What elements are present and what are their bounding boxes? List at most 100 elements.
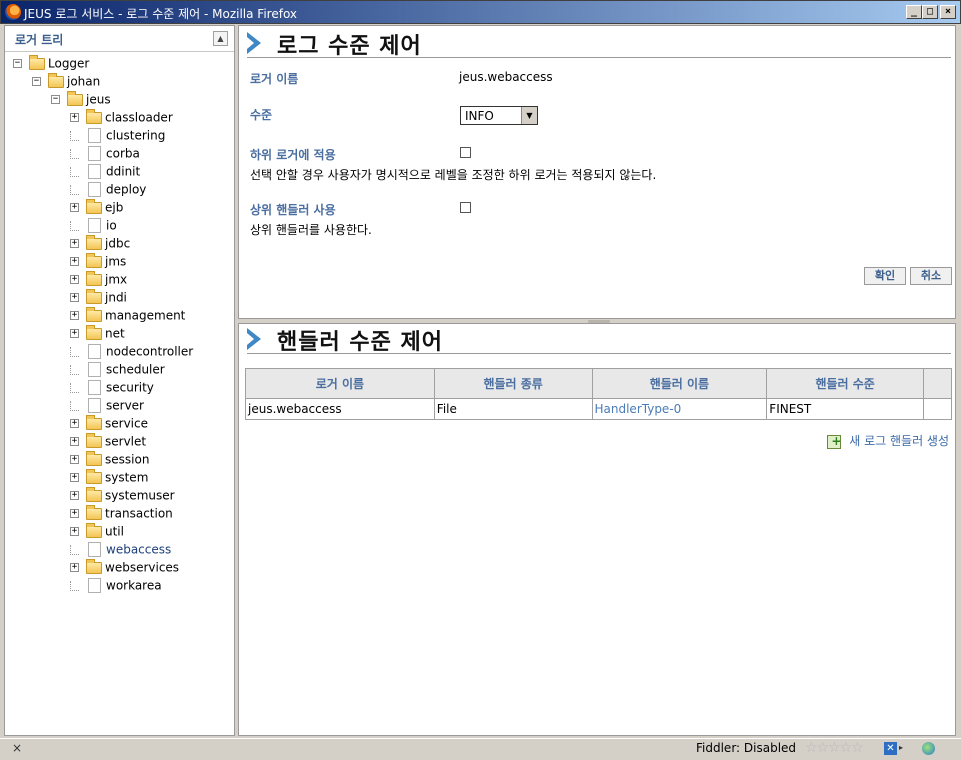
level-select[interactable]: INFO ▼	[460, 106, 538, 125]
table-row: jeus.webaccess File HandlerType-0 FINEST	[245, 398, 952, 420]
collapse-icon[interactable]: −	[51, 95, 60, 104]
folder-open-icon	[29, 54, 45, 70]
handler-name-link[interactable]: HandlerType-0	[591, 398, 768, 420]
folder-icon	[86, 324, 102, 340]
expand-icon[interactable]: +	[70, 113, 79, 122]
tree-item[interactable]: ddinit	[70, 164, 140, 182]
tree-connector	[70, 364, 79, 375]
tree-item[interactable]: io	[70, 218, 117, 236]
tree-item[interactable]: + session	[70, 450, 150, 470]
expand-icon[interactable]: +	[70, 311, 79, 320]
tree-item[interactable]: + system	[70, 468, 148, 488]
close-icon[interactable]: ×	[12, 741, 22, 755]
minimize-button[interactable]: _	[906, 5, 922, 19]
expand-icon[interactable]: +	[70, 293, 79, 302]
folder-icon	[86, 234, 102, 250]
tree-item[interactable]: + net	[70, 324, 125, 344]
tree-item[interactable]: + systemuser	[70, 486, 175, 506]
tree-item[interactable]: − johan	[32, 72, 101, 92]
addon-icon[interactable]: ✕	[884, 742, 897, 755]
folder-icon	[86, 432, 102, 448]
tree-item[interactable]: nodecontroller	[70, 344, 193, 362]
expand-icon[interactable]: +	[70, 239, 79, 248]
tree-item[interactable]: − jeus	[51, 90, 111, 110]
folder-icon	[86, 270, 102, 286]
tree-item[interactable]: + jndi	[70, 288, 127, 308]
expand-icon[interactable]: +	[70, 491, 79, 500]
add-handler-icon	[827, 434, 841, 449]
logger-tree-panel: 로거 트리 ▲ − Logger − johan − jeus + classloader cl…	[4, 25, 235, 736]
use-parent-handler-checkbox[interactable]	[460, 202, 471, 213]
expand-icon[interactable]: +	[70, 419, 79, 428]
tree-item[interactable]: security	[70, 380, 154, 398]
new-log-handler-link[interactable]: 새 로그 핸들러 생성	[827, 432, 949, 449]
maximize-button[interactable]: □	[922, 5, 938, 19]
tree-item[interactable]: corba	[70, 146, 140, 164]
tree-item-label: classloader	[105, 110, 173, 125]
tree-connector	[70, 184, 79, 195]
tree-item[interactable]: server	[70, 398, 144, 416]
expand-icon[interactable]: +	[70, 527, 79, 536]
network-status-icon[interactable]	[922, 742, 935, 755]
expand-icon[interactable]: +	[70, 455, 79, 464]
tree-item[interactable]: + jms	[70, 252, 126, 272]
tree-item[interactable]: clustering	[70, 128, 165, 146]
tree-item[interactable]: + ejb	[70, 198, 123, 218]
handler-table: 로거 이름 핸들러 종류 핸들러 이름 핸들러 수준 jeus.webacces…	[245, 368, 952, 420]
tree-item[interactable]: workarea	[70, 578, 162, 596]
tree-item-label: jdbc	[105, 236, 131, 251]
tree-item[interactable]: + jmx	[70, 270, 127, 290]
column-header: 핸들러 수준	[766, 368, 925, 399]
firefox-icon	[5, 4, 21, 20]
logger-tree-header: 로거 트리 ▲	[5, 26, 234, 52]
tree-item[interactable]: scheduler	[70, 362, 165, 380]
column-header: 로거 이름	[245, 368, 435, 399]
file-icon	[88, 164, 101, 179]
collapse-panel-button[interactable]: ▲	[213, 31, 228, 46]
file-icon	[88, 398, 101, 413]
tree-item[interactable]: + transaction	[70, 504, 173, 524]
chevron-down-icon[interactable]: ▼	[521, 107, 537, 124]
tree-item[interactable]: + util	[70, 522, 124, 542]
addon-menu-arrow-icon[interactable]: ▸	[899, 743, 903, 752]
expand-icon[interactable]: +	[70, 509, 79, 518]
use-parent-handler-description: 상위 핸들러를 사용한다.	[250, 223, 372, 237]
tree-item[interactable]: + management	[70, 306, 185, 326]
rating-stars-icon[interactable]: ☆☆☆☆☆	[805, 740, 864, 756]
tree-item[interactable]: + jdbc	[70, 234, 131, 254]
ok-button[interactable]: 확인	[864, 267, 906, 285]
expand-icon[interactable]: +	[70, 257, 79, 266]
tree-item[interactable]: deploy	[70, 182, 146, 200]
cancel-button[interactable]: 취소	[910, 267, 952, 285]
collapse-icon[interactable]: −	[13, 59, 22, 68]
file-icon	[88, 218, 101, 233]
expand-icon[interactable]: +	[70, 203, 79, 212]
expand-icon[interactable]: +	[70, 563, 79, 572]
tree-item[interactable]: webaccess	[70, 542, 171, 560]
tree-item[interactable]: − Logger	[13, 54, 89, 74]
tree-item[interactable]: + service	[70, 414, 148, 434]
tree-item[interactable]: + webservices	[70, 558, 179, 578]
folder-icon	[86, 252, 102, 268]
tree-item-label: johan	[67, 74, 101, 89]
close-window-button[interactable]: ×	[940, 5, 956, 19]
handler-level-cell: FINEST	[766, 398, 925, 420]
log-level-header: 로그 수준 제어	[247, 28, 951, 59]
collapse-icon[interactable]: −	[32, 77, 41, 86]
window-title: JEUS 로그 서비스 - 로그 수준 제어 - Mozilla Firefox	[24, 7, 298, 21]
expand-icon[interactable]: +	[70, 275, 79, 284]
tree-item-label: service	[105, 416, 148, 431]
tree-item[interactable]: + classloader	[70, 108, 173, 128]
apply-children-checkbox[interactable]	[460, 147, 471, 158]
table-header-row: 로거 이름 핸들러 종류 핸들러 이름 핸들러 수준	[245, 368, 952, 399]
expand-icon[interactable]: +	[70, 329, 79, 338]
folder-icon	[86, 306, 102, 322]
fiddler-status[interactable]: Fiddler: Disabled	[696, 741, 796, 755]
file-icon	[88, 182, 101, 197]
expand-icon[interactable]: +	[70, 473, 79, 482]
file-icon	[88, 128, 101, 143]
tree-item[interactable]: + servlet	[70, 432, 146, 452]
file-icon	[88, 578, 101, 593]
expand-icon[interactable]: +	[70, 437, 79, 446]
tree-item-label: session	[105, 452, 150, 467]
